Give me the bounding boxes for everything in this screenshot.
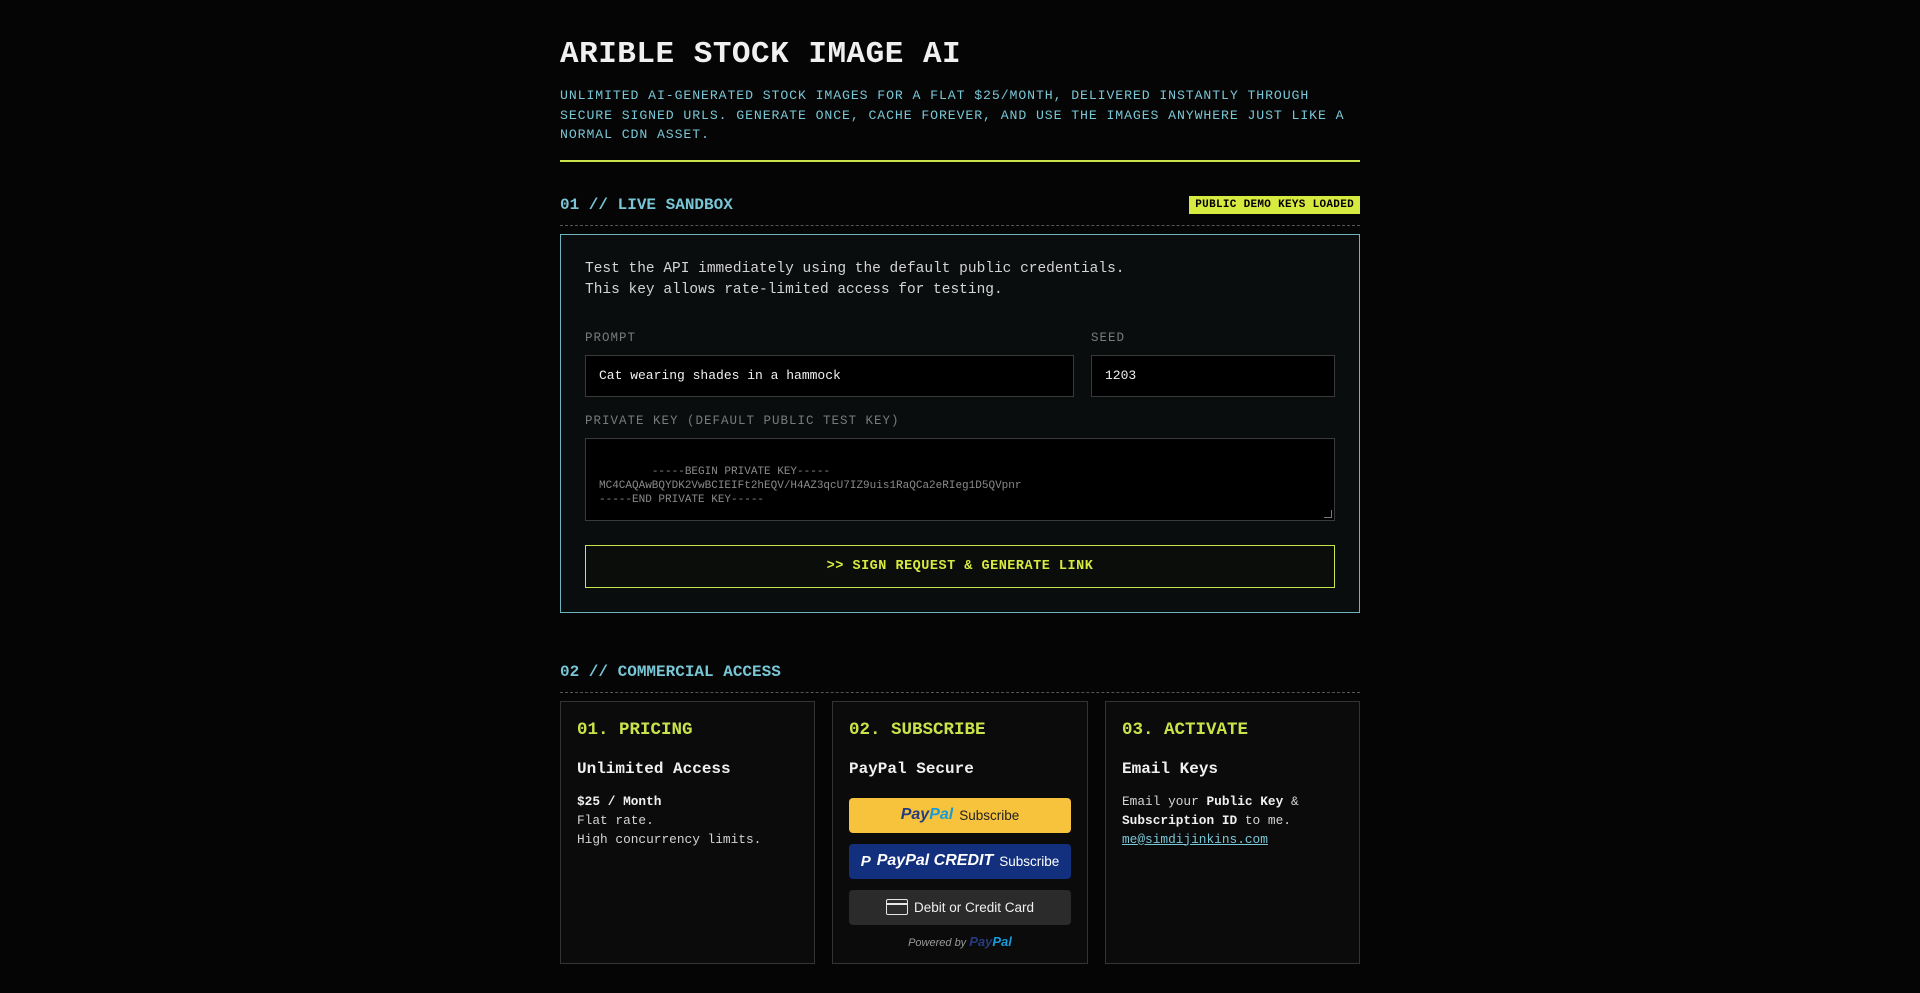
seed-label: SEED	[1091, 330, 1126, 345]
paypal-credit-subscribe-button[interactable]: P PayPal CREDIT Subscribe	[849, 843, 1071, 879]
demo-keys-badge: PUBLIC DEMO KEYS LOADED	[1189, 195, 1360, 214]
intro-line-2: This key allows rate-limited access for …	[585, 281, 1003, 298]
header-divider	[560, 159, 1360, 162]
private-key-group: PRIVATE KEY (DEFAULT PUBLIC TEST KEY) --…	[585, 414, 1335, 521]
price-text: $25 / Month	[577, 793, 662, 809]
paypal-credit-label: Subscribe	[999, 853, 1060, 869]
powered-by-paypal: Powered by PayPal	[849, 934, 1071, 949]
intro-line-1: Test the API immediately using the defau…	[585, 260, 1125, 277]
debit-credit-card-label: Debit or Credit Card	[913, 899, 1035, 915]
sandbox-section-header: 01 // LIVE SANDBOX PUBLIC DEMO KEYS LOAD…	[560, 195, 1360, 226]
resize-handle-icon[interactable]	[1324, 509, 1332, 518]
pricing-details: $25 / Month Flat rate. High concurrency …	[577, 792, 798, 849]
activate-card-subtitle: Email Keys	[1122, 759, 1219, 778]
page-subtitle: UNLIMITED AI-GENERATED STOCK IMAGES FOR …	[560, 88, 1345, 142]
sandbox-section-title: 01 // LIVE SANDBOX	[560, 195, 733, 214]
prompt-seed-row: PROMPT Cat wearing shades in a hammock S…	[585, 331, 1335, 397]
debit-credit-card-button[interactable]: Debit or Credit Card	[849, 889, 1071, 925]
seed-input[interactable]: 1203	[1091, 354, 1335, 397]
pricing-line-2: High concurrency limits.	[577, 831, 762, 847]
pricing-card-subtitle: Unlimited Access	[577, 759, 731, 778]
pricing-card-title: 01. PRICING	[577, 719, 693, 740]
paypal-subscribe-button[interactable]: PayPal Subscribe	[849, 797, 1071, 833]
page-container: ARIBLE STOCK IMAGE AI UNLIMITED AI-GENER…	[560, 0, 1360, 964]
commercial-cards: 01. PRICING Unlimited Access $25 / Month…	[560, 700, 1360, 964]
public-key-text: Public Key	[1206, 793, 1284, 809]
seed-group: SEED 1203	[1091, 331, 1335, 397]
private-key-text: -----BEGIN PRIVATE KEY----- MC4CAQAwBQYD…	[599, 465, 1022, 506]
contact-email-link[interactable]: me@simdijinkins.com	[1122, 832, 1268, 847]
subscribe-card-title: 02. SUBSCRIBE	[849, 719, 986, 740]
subscribe-card-subtitle: PayPal Secure	[849, 759, 974, 778]
sandbox-panel: Test the API immediately using the defau…	[560, 233, 1360, 613]
commercial-section-title: 02 // COMMERCIAL ACCESS	[560, 662, 781, 681]
credit-card-icon	[885, 899, 908, 915]
subscription-id-text: Subscription ID	[1122, 812, 1238, 828]
prompt-group: PROMPT Cat wearing shades in a hammock	[585, 331, 1074, 397]
paypal-logo: PayPal	[900, 806, 954, 823]
activate-instructions: Email your Public Key & Subscription ID …	[1122, 793, 1299, 847]
generate-link-button[interactable]: >> SIGN REQUEST & GENERATE LINK	[585, 544, 1335, 588]
pricing-line-1: Flat rate.	[577, 812, 654, 828]
powered-paypal-logo: PayPal	[969, 933, 1012, 949]
private-key-label: PRIVATE KEY (DEFAULT PUBLIC TEST KEY)	[585, 413, 900, 428]
activate-card-title: 03. ACTIVATE	[1122, 719, 1249, 740]
paypal-subscribe-label: Subscribe	[959, 807, 1020, 823]
paypal-p-icon: P	[860, 852, 871, 870]
subscribe-card: 02. SUBSCRIBE PayPal Secure PayPal Subsc…	[832, 700, 1088, 964]
pricing-card: 01. PRICING Unlimited Access $25 / Month…	[560, 700, 815, 964]
private-key-textarea[interactable]: -----BEGIN PRIVATE KEY----- MC4CAQAwBQYD…	[585, 437, 1335, 521]
activate-card: 03. ACTIVATE Email Keys Email your Publi…	[1105, 700, 1360, 964]
prompt-input[interactable]: Cat wearing shades in a hammock	[585, 354, 1074, 397]
paypal-credit-logo: PayPal CREDIT	[876, 852, 994, 869]
powered-by-text: Powered by	[908, 936, 967, 949]
prompt-label: PROMPT	[585, 330, 637, 345]
commercial-section-header: 02 // COMMERCIAL ACCESS	[560, 663, 1360, 693]
sandbox-intro: Test the API immediately using the defau…	[585, 259, 1335, 301]
page-title: ARIBLE STOCK IMAGE AI	[560, 37, 962, 72]
